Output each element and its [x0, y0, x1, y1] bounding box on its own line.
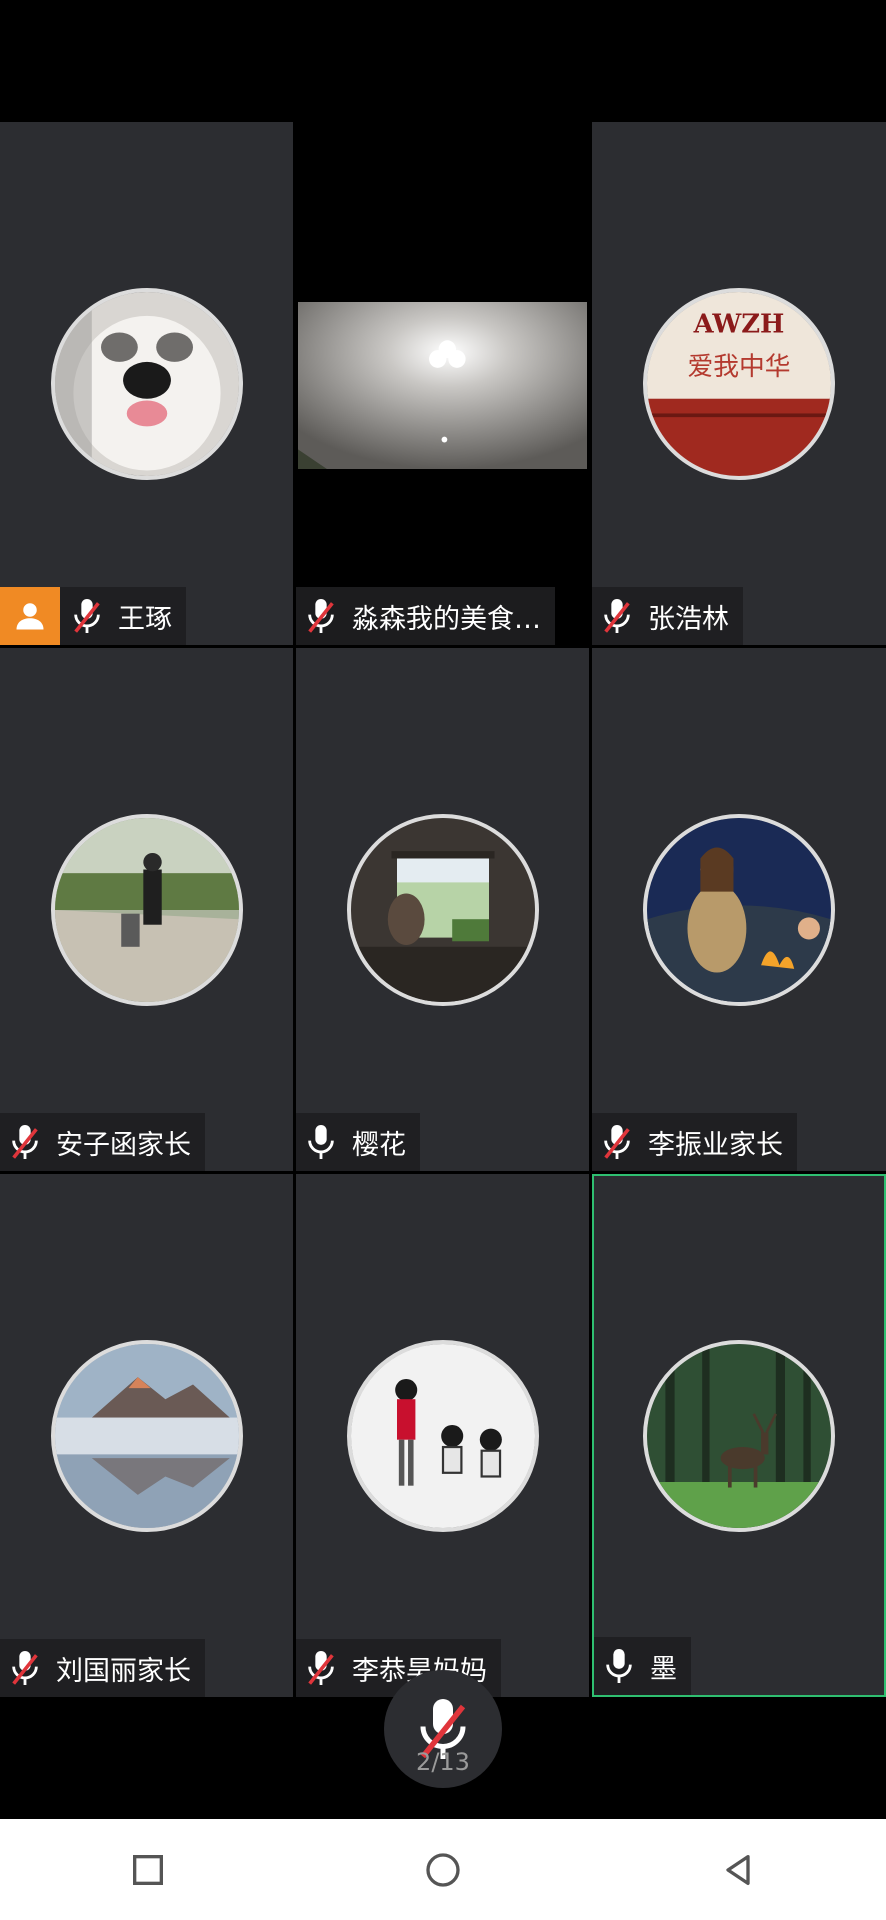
participant-name: 安子函家长	[56, 1129, 191, 1161]
avatar-sign-text-1: AWZH	[693, 309, 785, 339]
mountain-lake-avatar-icon	[54, 1343, 239, 1528]
avatar	[50, 813, 243, 1006]
participant-tile-active[interactable]: 墨	[592, 1174, 886, 1697]
deer-forest-avatar-icon	[647, 1343, 831, 1528]
video-feed	[298, 302, 587, 469]
avatar	[643, 1339, 835, 1532]
participant-grid: 王琢 淼森我的美食… AWZH 爱我中华 张浩林 安子函家长 樱花 李振业家长 …	[0, 122, 886, 1697]
avatar	[50, 287, 243, 480]
participant-tile[interactable]: 李恭昊妈妈	[296, 1174, 589, 1697]
participant-name: 王琢	[118, 603, 172, 635]
campfire-anime-avatar-icon	[647, 817, 831, 1002]
awzh-sign-avatar-icon: AWZH 爱我中华	[647, 291, 831, 476]
participant-name: 樱花	[352, 1129, 406, 1161]
participant-tile[interactable]: 李振业家长	[592, 648, 886, 1171]
participant-name: 张浩林	[648, 603, 729, 635]
participant-name: 李振业家长	[648, 1129, 783, 1161]
avatar	[346, 813, 539, 1006]
participant-tile[interactable]: 安子函家长	[0, 648, 293, 1171]
page-indicator: 2/13	[416, 1748, 470, 1776]
participant-label: 王琢	[60, 587, 186, 645]
participant-name: 淼森我的美食…	[352, 603, 541, 635]
host-badge	[0, 587, 60, 645]
mic-muted-icon	[304, 596, 338, 636]
mic-muted-icon	[8, 1122, 42, 1162]
avatar: AWZH 爱我中华	[643, 287, 835, 480]
dog-avatar-icon	[54, 291, 239, 476]
participant-name: 墨	[650, 1653, 677, 1685]
home-button[interactable]	[418, 1845, 468, 1895]
mic-muted-icon	[600, 1122, 634, 1162]
participant-label: 刘国丽家长	[0, 1639, 205, 1697]
participant-name: 刘国丽家长	[56, 1655, 191, 1687]
triangle-back-icon	[726, 1854, 750, 1885]
mic-muted-icon	[8, 1648, 42, 1688]
ceiling-light-video-icon	[298, 302, 587, 469]
participant-label: 淼森我的美食…	[296, 587, 555, 645]
participant-tile[interactable]: 淼森我的美食…	[296, 122, 589, 645]
square-icon	[132, 1854, 163, 1885]
system-nav-bar	[0, 1819, 886, 1920]
participant-label: 樱花	[296, 1113, 420, 1171]
participant-tile[interactable]: 刘国丽家长	[0, 1174, 293, 1697]
outdoor-person-avatar-icon	[54, 817, 239, 1002]
circle-icon	[426, 1852, 460, 1887]
mic-muted-icon	[600, 596, 634, 636]
mic-muted-icon	[70, 596, 104, 636]
avatar-sign-text-2: 爱我中华	[688, 351, 791, 381]
avatar	[643, 813, 835, 1006]
mic-icon	[602, 1646, 636, 1686]
back-button[interactable]	[713, 1845, 763, 1895]
person-icon	[16, 603, 44, 630]
participant-tile[interactable]: AWZH 爱我中华 张浩林	[592, 122, 886, 645]
avatar	[50, 1339, 243, 1532]
participant-label: 张浩林	[592, 587, 743, 645]
mic-muted-icon	[304, 1648, 338, 1688]
participant-label: 安子函家长	[0, 1113, 205, 1171]
participant-tile[interactable]: 樱花	[296, 648, 589, 1171]
participant-tile[interactable]: 王琢	[0, 122, 293, 645]
window-reading-avatar-icon	[350, 817, 535, 1002]
recent-apps-button[interactable]	[123, 1845, 173, 1895]
participant-label: 墨	[594, 1637, 691, 1695]
participant-label: 李振业家长	[592, 1113, 797, 1171]
mic-icon	[304, 1122, 338, 1162]
family-walking-avatar-icon	[350, 1343, 535, 1528]
avatar	[346, 1339, 539, 1532]
